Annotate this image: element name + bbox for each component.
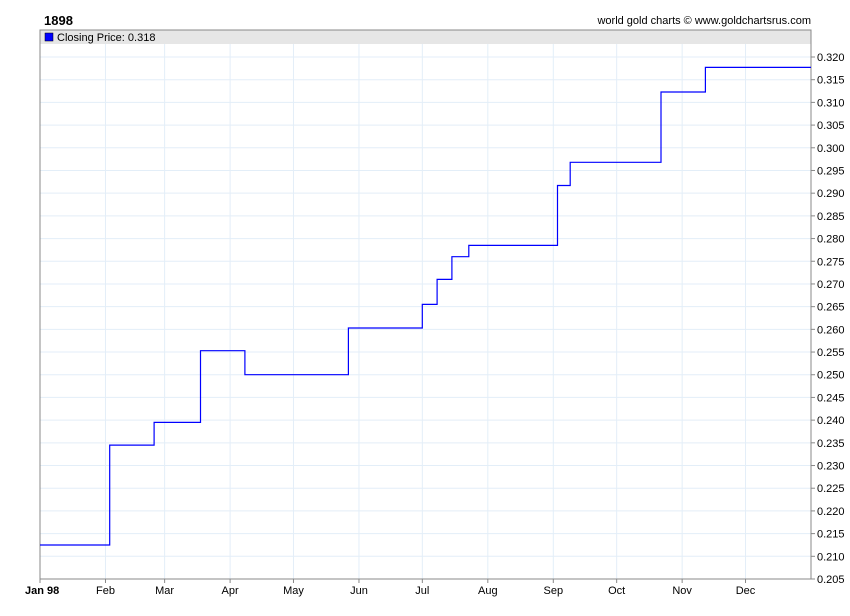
y-tick-label: 0.235	[817, 438, 845, 450]
x-tick-label: Jun	[350, 585, 368, 597]
y-tick-label: 0.220	[817, 506, 845, 518]
x-tick-label: Sep	[544, 585, 564, 597]
y-tick-label: 0.225	[817, 483, 845, 495]
x-tick-label: Oct	[608, 585, 625, 597]
x-tick-label: Jul	[415, 585, 429, 597]
y-tick-label: 0.270	[817, 279, 845, 291]
y-tick-label: 0.245	[817, 392, 845, 404]
y-tick-label: 0.260	[817, 324, 845, 336]
x-tick-label: Mar	[155, 585, 174, 597]
y-tick-label: 0.255	[817, 347, 845, 359]
y-tick-label: 0.230	[817, 461, 845, 473]
legend-bar	[40, 30, 811, 44]
y-tick-label: 0.250	[817, 370, 845, 382]
chart: 1898 world gold charts © www.goldchartsr…	[0, 0, 850, 616]
chart-svg: 0.205 0.210 0.215 0.220 0.225 0.230 0.235 0.240…	[25, 29, 845, 597]
x-tick-label: Apr	[222, 585, 239, 597]
x-tick-label: May	[283, 585, 304, 597]
y-tick-label: 0.285	[817, 211, 845, 223]
legend-swatch	[44, 32, 54, 42]
x-tick-label: Feb	[96, 585, 115, 597]
x-tick-label: Aug	[478, 585, 498, 597]
y-tick-label: 0.300	[817, 143, 845, 155]
y-tick-label: 0.295	[817, 165, 845, 177]
y-tick-label: 0.265	[817, 302, 845, 314]
y-tick-label: 0.240	[817, 415, 845, 427]
y-tick-label: 0.310	[817, 97, 845, 109]
legend-label: Closing Price: 0.318	[57, 32, 155, 44]
x-tick-label: Nov	[672, 585, 692, 597]
y-tick-label: 0.315	[817, 75, 845, 87]
x-tick-label: Jan 98	[25, 585, 59, 597]
y-tick-label: 0.280	[817, 234, 845, 246]
y-tick-label: 0.275	[817, 256, 845, 268]
x-tick-label: Dec	[736, 585, 756, 597]
y-tick-label: 0.320	[817, 52, 845, 64]
y-tick-label: 0.305	[817, 120, 845, 132]
y-tick-label: 0.210	[817, 551, 845, 563]
y-tick-label: 0.215	[817, 529, 845, 541]
y-tick-label: 0.205	[817, 574, 845, 586]
y-tick-label: 0.290	[817, 188, 845, 200]
